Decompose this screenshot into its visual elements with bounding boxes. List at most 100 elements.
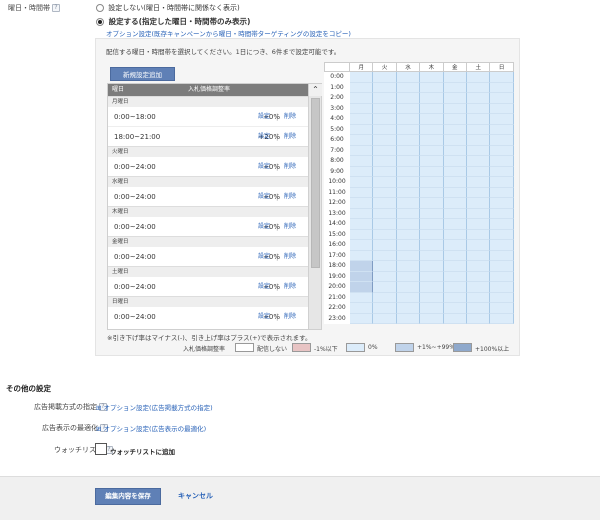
grid-cell[interactable] bbox=[396, 82, 421, 93]
watchlist-checkbox-label[interactable]: ウォッチリストに追加 bbox=[110, 446, 175, 456]
grid-cell[interactable] bbox=[373, 313, 397, 324]
grid-cell[interactable] bbox=[443, 292, 467, 303]
grid-cell[interactable] bbox=[396, 250, 421, 261]
grid-cell[interactable] bbox=[467, 82, 491, 93]
edit-link[interactable]: 設定 bbox=[258, 157, 270, 177]
grid-cell[interactable] bbox=[350, 313, 374, 324]
grid-cell[interactable] bbox=[490, 292, 514, 303]
grid-cell[interactable] bbox=[443, 198, 467, 209]
grid-cell[interactable] bbox=[420, 93, 444, 104]
grid-cell[interactable] bbox=[350, 156, 374, 167]
grid-cell[interactable] bbox=[467, 219, 491, 230]
grid-cell[interactable] bbox=[443, 303, 467, 314]
grid-cell[interactable] bbox=[373, 198, 397, 209]
grid-cell[interactable] bbox=[396, 156, 421, 167]
grid-cell[interactable] bbox=[420, 282, 444, 293]
grid-cell[interactable] bbox=[443, 166, 467, 177]
grid-cell[interactable] bbox=[490, 271, 514, 282]
grid-cell[interactable] bbox=[350, 229, 374, 240]
grid-cell[interactable] bbox=[420, 219, 444, 230]
grid-cell[interactable] bbox=[396, 103, 421, 114]
grid-cell[interactable] bbox=[443, 177, 467, 188]
grid-cell[interactable] bbox=[350, 208, 374, 219]
grid-cell[interactable] bbox=[373, 240, 397, 251]
grid-cell[interactable] bbox=[490, 145, 514, 156]
grid-cell[interactable] bbox=[467, 187, 491, 198]
grid-cell[interactable] bbox=[373, 114, 397, 125]
grid-cell[interactable] bbox=[373, 145, 397, 156]
grid-cell[interactable] bbox=[373, 271, 397, 282]
grid-cell[interactable] bbox=[490, 219, 514, 230]
schedule-scrollbar[interactable]: ⌃ bbox=[308, 84, 322, 329]
grid-cell[interactable] bbox=[467, 261, 491, 272]
grid-cell[interactable] bbox=[490, 208, 514, 219]
grid-cell[interactable] bbox=[443, 82, 467, 93]
grid-cell[interactable] bbox=[373, 229, 397, 240]
save-button[interactable]: 編集内容を保存 bbox=[95, 488, 161, 505]
grid-day-header[interactable]: 火 bbox=[373, 62, 397, 72]
grid-cell[interactable] bbox=[490, 313, 514, 324]
grid-cell[interactable] bbox=[373, 72, 397, 83]
grid-cell[interactable] bbox=[396, 240, 421, 251]
grid-cell[interactable] bbox=[420, 166, 444, 177]
grid-cell[interactable] bbox=[396, 166, 421, 177]
grid-cell[interactable] bbox=[420, 303, 444, 314]
grid-cell[interactable] bbox=[396, 219, 421, 230]
grid-cell[interactable] bbox=[443, 313, 467, 324]
grid-cell[interactable] bbox=[373, 82, 397, 93]
grid-cell[interactable] bbox=[373, 166, 397, 177]
radio-not-set[interactable]: 設定しない(曜日・時間帯に関係なく表示) bbox=[96, 3, 240, 13]
grid-cell[interactable] bbox=[396, 198, 421, 209]
grid-cell[interactable] bbox=[396, 124, 421, 135]
delete-link[interactable]: 削除 bbox=[284, 107, 296, 127]
edit-link[interactable]: 設定 bbox=[258, 127, 270, 147]
grid-cell[interactable] bbox=[467, 103, 491, 114]
grid-cell[interactable] bbox=[467, 93, 491, 104]
grid-cell[interactable] bbox=[350, 240, 374, 251]
watchlist-checkbox[interactable] bbox=[95, 443, 107, 455]
grid-cell[interactable] bbox=[396, 229, 421, 240]
grid-cell[interactable] bbox=[490, 156, 514, 167]
cancel-button[interactable]: キャンセル bbox=[178, 491, 213, 501]
grid-cell[interactable] bbox=[396, 271, 421, 282]
grid-cell[interactable] bbox=[443, 124, 467, 135]
grid-cell[interactable] bbox=[396, 292, 421, 303]
grid-cell[interactable] bbox=[373, 303, 397, 314]
grid-cell[interactable] bbox=[396, 72, 421, 83]
grid-cell[interactable] bbox=[420, 292, 444, 303]
grid-cell[interactable] bbox=[467, 145, 491, 156]
edit-link[interactable]: 設定 bbox=[258, 217, 270, 237]
grid-cell[interactable] bbox=[467, 250, 491, 261]
grid-cell[interactable] bbox=[443, 72, 467, 83]
grid-cell[interactable] bbox=[373, 208, 397, 219]
grid-cell[interactable] bbox=[420, 156, 444, 167]
grid-cell[interactable] bbox=[443, 145, 467, 156]
grid-day-header[interactable]: 木 bbox=[420, 62, 444, 72]
delete-link[interactable]: 削除 bbox=[284, 277, 296, 297]
grid-cell[interactable] bbox=[490, 303, 514, 314]
grid-day-header[interactable]: 日 bbox=[490, 62, 514, 72]
grid-cell[interactable] bbox=[467, 114, 491, 125]
add-setting-button[interactable]: 新規設定追加 bbox=[110, 67, 175, 81]
grid-cell[interactable] bbox=[490, 250, 514, 261]
grid-cell[interactable] bbox=[443, 103, 467, 114]
grid-cell[interactable] bbox=[396, 282, 421, 293]
grid-cell[interactable] bbox=[490, 240, 514, 251]
edit-link[interactable]: 設定 bbox=[258, 187, 270, 207]
delete-link[interactable]: 削除 bbox=[284, 247, 296, 267]
grid-cell[interactable] bbox=[350, 219, 374, 230]
grid-cell[interactable] bbox=[490, 198, 514, 209]
grid-cell[interactable] bbox=[350, 271, 374, 282]
grid-cell[interactable] bbox=[373, 93, 397, 104]
radio-set[interactable]: 設定する(指定した曜日・時間帯のみ表示) bbox=[96, 16, 250, 27]
grid-cell[interactable] bbox=[420, 124, 444, 135]
grid-cell[interactable] bbox=[396, 187, 421, 198]
grid-cell[interactable] bbox=[467, 240, 491, 251]
grid-cell[interactable] bbox=[350, 303, 374, 314]
grid-cell[interactable] bbox=[396, 313, 421, 324]
grid-cell[interactable] bbox=[443, 282, 467, 293]
grid-cell[interactable] bbox=[443, 93, 467, 104]
grid-cell[interactable] bbox=[350, 72, 374, 83]
grid-cell[interactable] bbox=[443, 208, 467, 219]
grid-cell[interactable] bbox=[350, 166, 374, 177]
